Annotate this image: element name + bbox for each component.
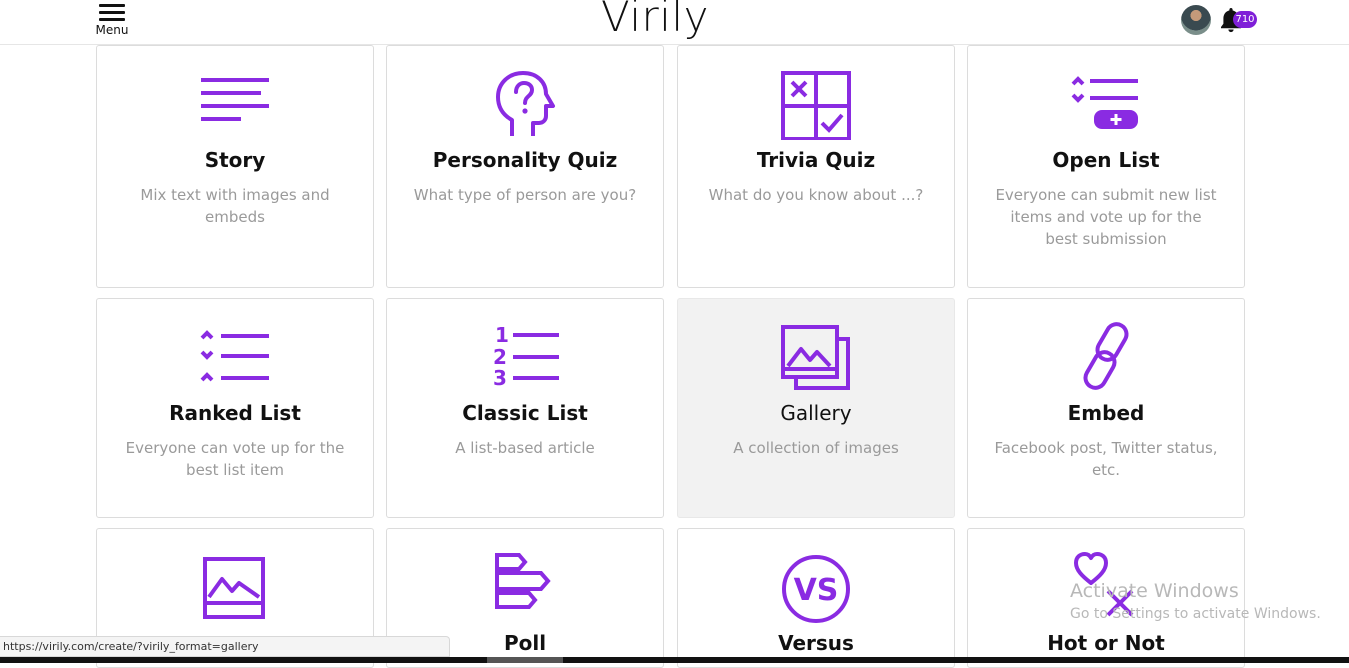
format-card-trivia-quiz[interactable]: Trivia Quiz What do you know about ...? xyxy=(677,45,955,288)
card-title: Story xyxy=(204,148,266,172)
scroll-thumb[interactable] xyxy=(487,657,563,663)
svg-text:VS: VS xyxy=(794,573,839,608)
format-card-ranked-list[interactable]: Ranked List Everyone can vote up for the… xyxy=(96,298,374,518)
text-lines-icon xyxy=(201,78,269,121)
card-description: Everyone can submit new list items and v… xyxy=(995,186,1217,248)
format-card-story[interactable]: Story Mix text with images and embeds xyxy=(96,45,374,288)
versus-icon: VS xyxy=(782,555,850,623)
format-card-versus[interactable]: VS Versus xyxy=(677,528,955,668)
image-icon xyxy=(203,557,265,619)
bottom-scrollbar[interactable] xyxy=(0,657,1349,663)
format-card-gallery[interactable]: Gallery A collection of images xyxy=(677,298,955,518)
card-title: Personality Quiz xyxy=(432,148,618,172)
check-grid-icon xyxy=(781,71,851,140)
gallery-icon xyxy=(781,325,850,390)
windows-activation-title: Activate Windows xyxy=(1070,580,1239,602)
format-card-classic-list[interactable]: 123 Classic List A list-based article xyxy=(386,298,664,518)
head-question-icon xyxy=(496,71,555,136)
ranked-list-icon xyxy=(200,330,269,382)
card-title: Gallery xyxy=(780,401,852,425)
card-description: Everyone can vote up for the best list i… xyxy=(125,439,345,479)
menu-label: Menu xyxy=(95,23,129,37)
card-title: Trivia Quiz xyxy=(756,148,876,172)
svg-text:3: 3 xyxy=(493,366,507,390)
card-description: What type of person are you? xyxy=(413,186,637,204)
format-card-open-list[interactable]: Open List Everyone can submit new list i… xyxy=(967,45,1245,288)
card-title: Embed xyxy=(1067,401,1145,425)
card-title: Hot or Not xyxy=(1047,631,1165,655)
card-title: Open List xyxy=(1052,148,1160,172)
card-description: A collection of images xyxy=(733,439,899,457)
format-card-embed[interactable]: Embed Facebook post, Twitter status, etc… xyxy=(967,298,1245,518)
hamburger-icon xyxy=(99,4,125,21)
windows-activation-subtitle: Go to Settings to activate Windows. xyxy=(1070,606,1321,622)
card-description: What do you know about ...? xyxy=(708,186,924,204)
top-header: Menu Virily 710 xyxy=(0,0,1349,45)
open-list-icon xyxy=(1071,76,1138,129)
format-card-personality-quiz[interactable]: Personality Quiz What type of person are… xyxy=(386,45,664,288)
card-description: Mix text with images and embeds xyxy=(140,186,330,226)
menu-button[interactable]: Menu xyxy=(94,2,130,40)
card-description: Facebook post, Twitter status, etc. xyxy=(994,439,1218,479)
poll-icon xyxy=(495,553,551,609)
card-title: Versus xyxy=(778,631,854,655)
card-title: Classic List xyxy=(462,401,588,425)
site-logo[interactable]: Virily xyxy=(560,0,750,41)
card-description: A list-based article xyxy=(455,439,595,457)
link-status-bar: https://virily.com/create/?virily_format… xyxy=(0,636,450,657)
svg-text:1: 1 xyxy=(495,323,509,347)
numbered-list-icon: 123 xyxy=(493,323,559,390)
avatar[interactable] xyxy=(1181,5,1211,35)
notification-badge[interactable]: 710 xyxy=(1233,11,1257,28)
link-icon xyxy=(1083,322,1129,390)
card-title: Ranked List xyxy=(169,401,301,425)
